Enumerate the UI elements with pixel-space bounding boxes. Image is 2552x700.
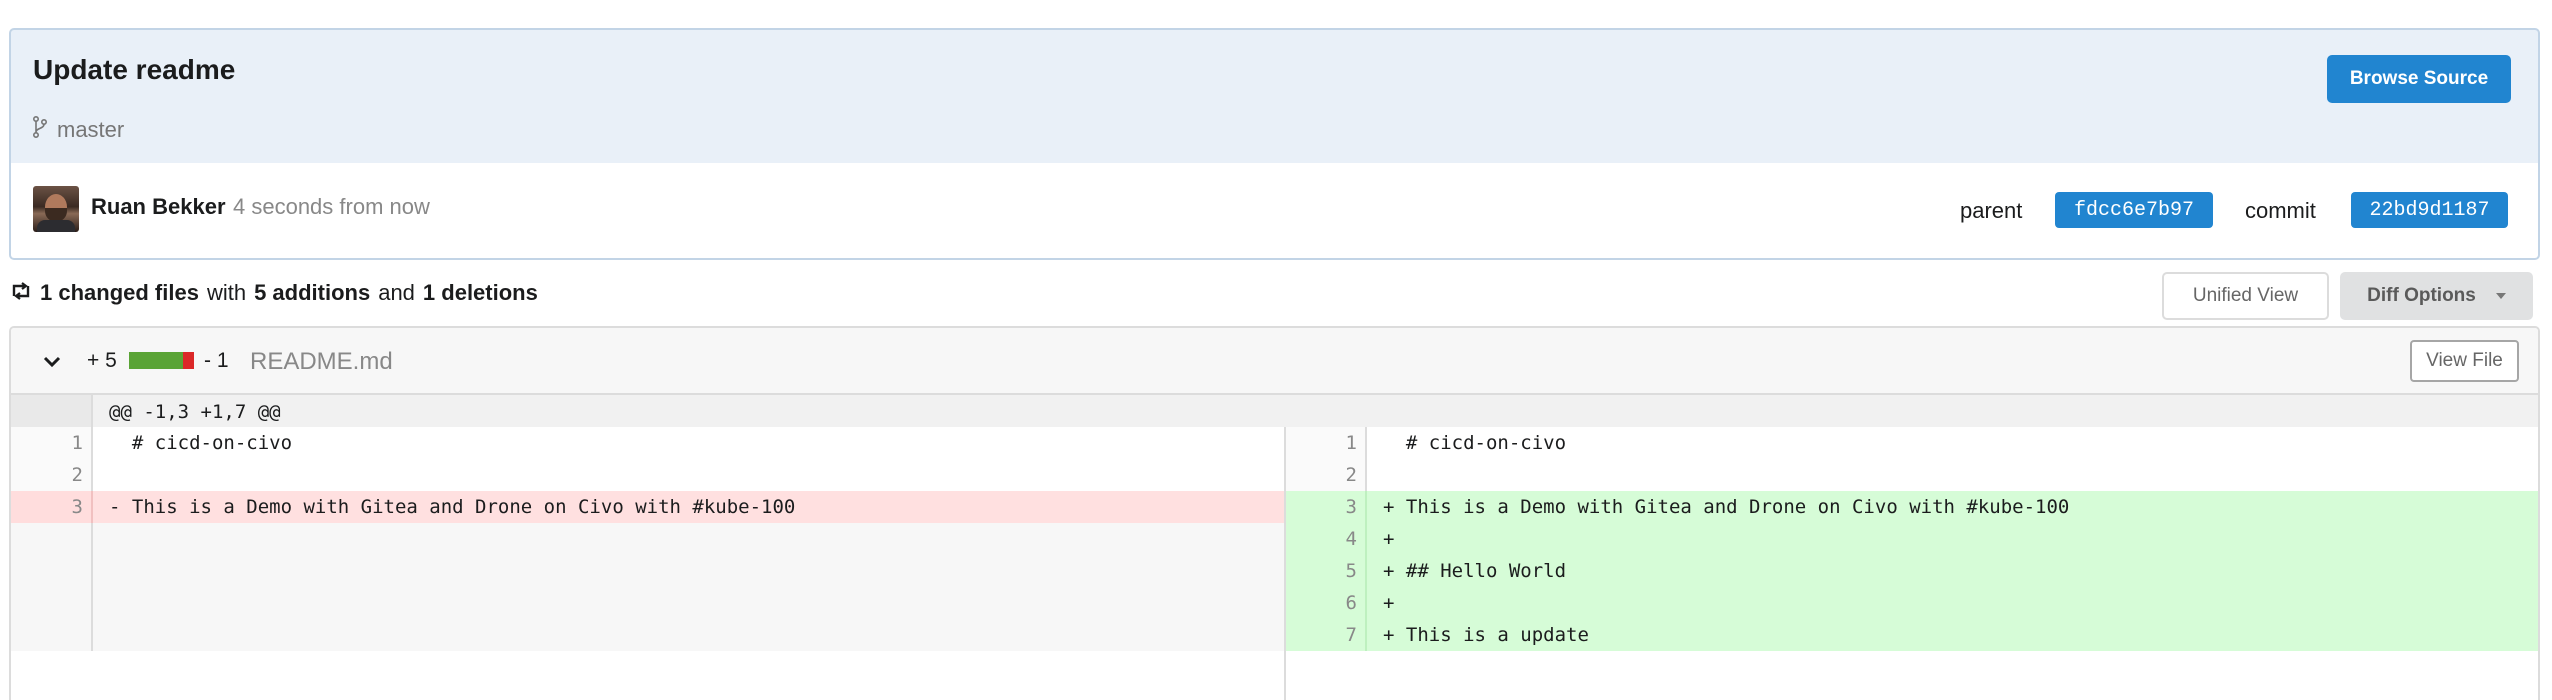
left-code-line: # cicd-on-civo [109, 432, 293, 454]
right-line-number[interactable]: 5 [1285, 555, 1367, 587]
left-line-number[interactable]: 1 [11, 427, 93, 459]
deletions-bar [183, 352, 194, 369]
right-line-number[interactable]: 1 [1285, 427, 1367, 459]
hunk-header: @@ -1,3 +1,7 @@ [11, 395, 2538, 427]
file-name: README.md [250, 348, 393, 375]
left-line-number[interactable] [11, 555, 93, 587]
left-line-number[interactable] [11, 523, 93, 555]
additions-bar [129, 352, 183, 369]
right-code-line: + This is a Demo with Gitea and Drone on… [1383, 496, 2070, 518]
diff-row: 1 # cicd-on-civo 1 # cicd-on-civo [11, 427, 2538, 459]
branch-info: master [32, 115, 124, 144]
diff-row: 22 [11, 459, 2538, 491]
right-line-number[interactable]: 4 [1285, 523, 1367, 555]
file-deletions: - 1 [204, 349, 229, 372]
left-line-number[interactable] [11, 587, 93, 619]
view-file-button[interactable]: View File [2410, 340, 2519, 382]
changed-files-count: 1 changed files [40, 280, 199, 305]
diff-stats: 1 changed files with 5 additions and 1 d… [10, 280, 538, 306]
file-additions: + 5 [87, 349, 117, 372]
left-line-number[interactable]: 2 [11, 459, 93, 491]
branch-name[interactable]: master [57, 117, 124, 143]
commit-header: Update readme master Browse Source [9, 28, 2540, 165]
diff-options-dropdown[interactable]: Diff Options [2340, 272, 2533, 320]
deletions-count: 1 deletions [422, 280, 538, 305]
commit-time: 4 seconds from now [233, 194, 430, 219]
right-code-line: + ## Hello World [1383, 560, 1567, 582]
diff-stat-bar [129, 352, 194, 369]
right-code-line: + [1383, 528, 1395, 550]
commit-sha-button[interactable]: 22bd9d1187 [2351, 192, 2508, 228]
hunk-header-text: @@ -1,3 +1,7 @@ [109, 401, 281, 423]
parent-sha-button[interactable]: fdcc6e7b97 [2055, 192, 2213, 228]
file-diff: + 5 - 1 README.md View File @@ -1,3 +1,7… [9, 326, 2540, 700]
browse-source-button[interactable]: Browse Source [2327, 55, 2511, 103]
commit-label: commit [2245, 198, 2316, 223]
commit-title: Update readme [33, 54, 236, 85]
left-code-line: - This is a Demo with Gitea and Drone on… [109, 496, 796, 518]
branch-icon [32, 115, 48, 144]
right-line-number[interactable]: 2 [1285, 459, 1367, 491]
right-line-number[interactable]: 3 [1285, 491, 1367, 523]
parent-label: parent [1960, 198, 2023, 223]
additions-count: 5 additions [254, 280, 371, 305]
file-header: + 5 - 1 README.md View File [11, 328, 2538, 395]
retweet-icon [10, 280, 32, 306]
unified-view-button[interactable]: Unified View [2162, 272, 2329, 320]
diff-options-label: Diff Options [2367, 285, 2476, 306]
left-line-number[interactable] [11, 619, 93, 651]
diff-row: 3 - This is a Demo with Gitea and Drone o… [11, 491, 2538, 523]
chevron-down-icon[interactable] [42, 352, 62, 372]
right-code-line: # cicd-on-civo [1383, 432, 1567, 454]
left-line-number[interactable]: 3 [11, 491, 93, 523]
diff-split-divider [1284, 427, 1286, 700]
stats-with: with [206, 280, 247, 305]
right-line-number[interactable]: 7 [1285, 619, 1367, 651]
author-bar: Ruan Bekker 4 seconds from now parent fd… [9, 163, 2540, 260]
diff-row: 4 + [11, 523, 2538, 555]
right-line-number[interactable]: 6 [1285, 587, 1367, 619]
diff-row: 6 + [11, 587, 2538, 619]
avatar[interactable] [33, 186, 79, 232]
right-code-line: + This is a update [1383, 624, 1589, 646]
right-code-line: + [1383, 592, 1395, 614]
author-name[interactable]: Ruan Bekker [91, 194, 226, 220]
diff-row: 5 + ## Hello World [11, 555, 2538, 587]
stats-and: and [378, 280, 415, 305]
diff-row: 7 + This is a update [11, 619, 2538, 651]
caret-down-icon [2495, 293, 2506, 299]
